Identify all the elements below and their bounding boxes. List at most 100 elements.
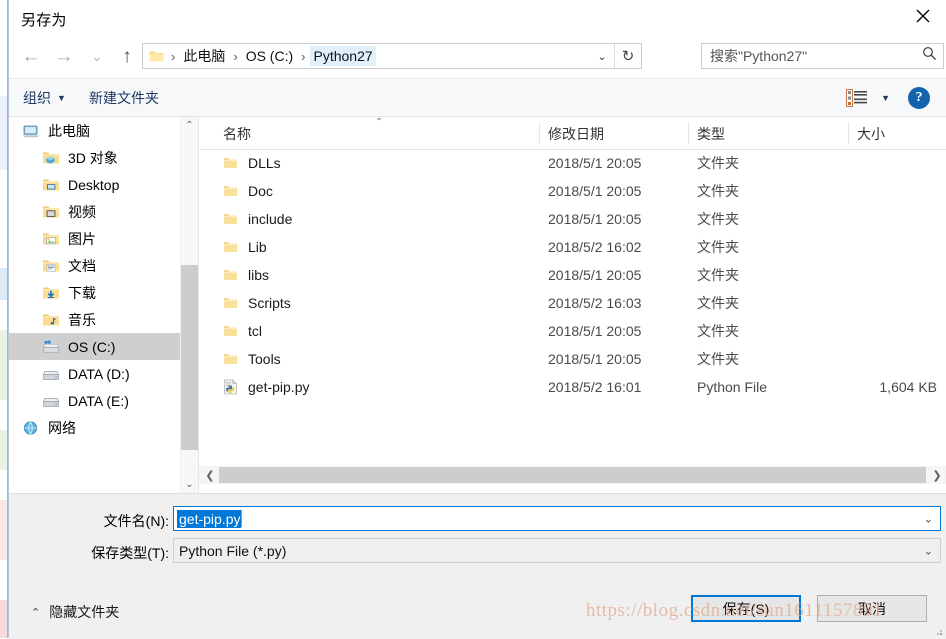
- column-header-name[interactable]: 名称: [223, 124, 251, 144]
- drive-icon: [42, 393, 60, 409]
- sidebar-item-音乐[interactable]: 音乐: [9, 306, 198, 333]
- column-divider[interactable]: [539, 122, 540, 144]
- folder-music-icon: [42, 312, 60, 328]
- hide-folders-label: 隐藏文件夹: [49, 602, 119, 622]
- search-icon: [922, 46, 937, 66]
- filename-input[interactable]: get-pip.py ⌄: [173, 506, 941, 531]
- forward-button[interactable]: →: [50, 42, 78, 72]
- folder-documents-icon: [41, 257, 61, 275]
- back-button[interactable]: ←: [17, 42, 45, 72]
- table-row[interactable]: tcl2018/5/1 20:05文件夹: [199, 317, 946, 345]
- sidebar-item-datad:[interactable]: DATA (D:): [9, 360, 198, 387]
- recent-locations-button[interactable]: ⌄: [83, 42, 111, 72]
- hide-folders-toggle[interactable]: ⌃ 隐藏文件夹: [31, 602, 119, 622]
- sidebar-item-此电脑[interactable]: 此电脑: [9, 117, 198, 144]
- drive-icon: [42, 366, 60, 382]
- breadcrumb[interactable]: › 此电脑 › OS (C:) › Python27 ⌄ ↻: [142, 43, 642, 69]
- sidebar-item-osc:[interactable]: OS (C:): [9, 333, 198, 360]
- organize-button[interactable]: 组织 ▼: [23, 88, 66, 108]
- folder-3d-icon: [42, 150, 60, 166]
- navigation-scrollbar[interactable]: ⌃ ⌄: [180, 117, 198, 493]
- drive-windows-icon: [41, 338, 61, 356]
- column-divider[interactable]: [688, 122, 689, 144]
- computer-icon: [21, 122, 41, 140]
- sidebar-item-网络[interactable]: 网络: [9, 414, 198, 441]
- table-row[interactable]: libs2018/5/1 20:05文件夹: [199, 261, 946, 289]
- breadcrumb-separator-2: ›: [296, 49, 310, 64]
- scroll-right-icon[interactable]: ❯: [928, 466, 946, 484]
- chevron-down-icon[interactable]: ⌄: [924, 512, 933, 525]
- sidebar-item-datae:[interactable]: DATA (E:): [9, 387, 198, 414]
- folder-icon: [149, 50, 164, 63]
- chevron-down-icon: ▼: [57, 93, 66, 103]
- filename-label: 文件名(N):: [49, 511, 169, 531]
- file-type-cell: Python File: [697, 379, 767, 395]
- table-row[interactable]: get-pip.py2018/5/2 16:01Python File1,604…: [199, 373, 946, 401]
- file-name-cell: tcl: [223, 323, 262, 339]
- view-layout-icon[interactable]: [846, 89, 868, 107]
- filetype-select[interactable]: Python File (*.py) ⌄: [173, 538, 941, 563]
- search-input[interactable]: 搜索"Python27": [701, 43, 944, 69]
- table-row[interactable]: DLLs2018/5/1 20:05文件夹: [199, 149, 946, 177]
- folder-downloads-icon: [41, 284, 61, 302]
- cancel-button[interactable]: 取消: [817, 595, 927, 622]
- file-type-cell: 文件夹: [697, 349, 739, 369]
- sidebar-item-label: Desktop: [68, 177, 119, 193]
- filetype-label: 保存类型(T):: [49, 543, 169, 563]
- sidebar-item-label: 下载: [68, 283, 96, 303]
- breadcrumb-item-2[interactable]: Python27: [310, 46, 375, 66]
- resize-grip-icon[interactable]: [933, 626, 943, 636]
- close-icon: [916, 9, 930, 23]
- scroll-down-icon[interactable]: ⌄: [181, 476, 198, 493]
- folder-icon: [223, 184, 238, 198]
- sidebar-item-3d对象[interactable]: 3D 对象: [9, 144, 198, 171]
- sidebar-item-label: 视频: [68, 202, 96, 222]
- sidebar-item-文档[interactable]: 文档: [9, 252, 198, 279]
- folder-pictures-icon: [41, 230, 61, 248]
- table-row[interactable]: include2018/5/1 20:05文件夹: [199, 205, 946, 233]
- scroll-left-icon[interactable]: ❮: [201, 466, 219, 484]
- table-row[interactable]: Lib2018/5/2 16:02文件夹: [199, 233, 946, 261]
- help-button[interactable]: ?: [908, 87, 930, 109]
- table-row[interactable]: Scripts2018/5/2 16:03文件夹: [199, 289, 946, 317]
- folder-documents-icon: [42, 258, 60, 274]
- column-header-date[interactable]: 修改日期: [548, 124, 604, 144]
- column-header-size[interactable]: 大小: [857, 124, 885, 144]
- folder-3d-icon: [41, 149, 61, 167]
- column-divider[interactable]: [848, 122, 849, 144]
- table-row[interactable]: Doc2018/5/1 20:05文件夹: [199, 177, 946, 205]
- sidebar-item-图片[interactable]: 图片: [9, 225, 198, 252]
- scrollbar-thumb[interactable]: [181, 265, 198, 450]
- breadcrumb-item-1[interactable]: OS (C:): [243, 46, 296, 66]
- sidebar-item-label: OS (C:): [68, 339, 115, 355]
- sidebar-item-下载[interactable]: 下载: [9, 279, 198, 306]
- folder-icon: [223, 268, 238, 282]
- sidebar-item-label: 音乐: [68, 310, 96, 330]
- file-date-cell: 2018/5/2 16:01: [548, 379, 641, 395]
- breadcrumb-item-0[interactable]: 此电脑: [180, 44, 228, 68]
- table-row[interactable]: Tools2018/5/1 20:05文件夹: [199, 345, 946, 373]
- up-button[interactable]: ↑: [113, 42, 141, 72]
- chevron-down-icon[interactable]: ⌄: [924, 544, 933, 557]
- new-folder-button[interactable]: 新建文件夹: [89, 88, 159, 108]
- scroll-up-icon[interactable]: ⌃: [181, 117, 198, 134]
- file-name-label: Lib: [248, 239, 267, 255]
- close-button[interactable]: [900, 0, 946, 32]
- chevron-down-icon[interactable]: ⌄: [591, 44, 613, 68]
- python-file-icon: [223, 379, 238, 395]
- sidebar-item-desktop[interactable]: Desktop: [9, 171, 198, 198]
- breadcrumb-separator-1: ›: [228, 49, 242, 64]
- column-header-type[interactable]: 类型: [697, 124, 725, 144]
- save-button[interactable]: 保存(S): [691, 595, 801, 622]
- file-list-horizontal-scrollbar[interactable]: ❮ ❯: [199, 466, 946, 484]
- view-chevron-down-icon[interactable]: ▼: [881, 93, 890, 103]
- refresh-icon[interactable]: ↻: [614, 44, 641, 68]
- computer-icon: [22, 123, 40, 139]
- save-as-dialog: 另存为 ← → ⌄ ↑ › 此电脑 › OS (C:) ›: [0, 0, 946, 638]
- file-name-cell: include: [223, 211, 292, 227]
- drive-windows-icon: [42, 339, 60, 355]
- folder-icon: [223, 324, 238, 338]
- file-list: ⌃ 名称 修改日期 类型 大小 DLLs2018/5/1 20:05文件夹Doc…: [199, 117, 946, 493]
- sidebar-item-视频[interactable]: 视频: [9, 198, 198, 225]
- hscrollbar-thumb[interactable]: [219, 467, 926, 483]
